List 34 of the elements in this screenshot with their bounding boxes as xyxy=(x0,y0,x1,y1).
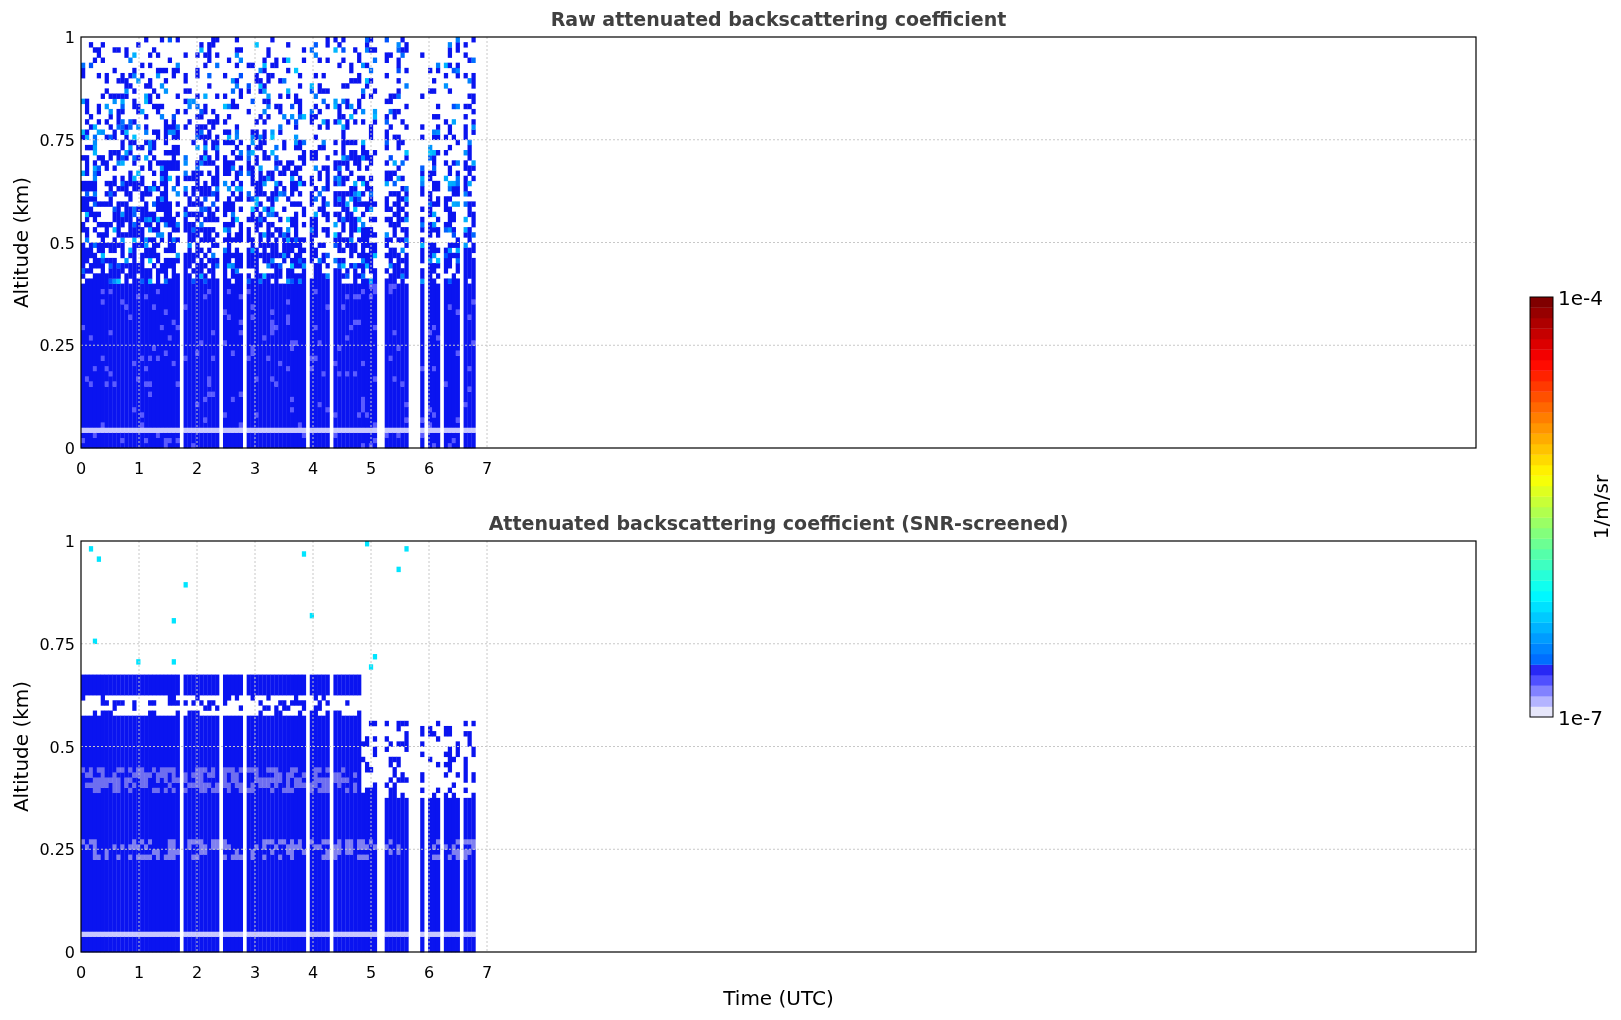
y-tick-label: 0 xyxy=(64,943,75,962)
y-axis-label: Altitude (km) xyxy=(9,176,33,309)
y-tick-label: 1 xyxy=(64,28,75,47)
x-axis-label: Time (UTC) xyxy=(723,986,834,1010)
x-tick-label: 3 xyxy=(249,963,261,982)
y-tick-label: 0.5 xyxy=(49,233,75,253)
x-tick-label: 0 xyxy=(75,459,87,478)
x-tick-label: 7 xyxy=(481,459,493,478)
x-tick-label: 0 xyxy=(75,963,87,982)
y-tick-label: 0.25 xyxy=(39,336,75,356)
y-tick-label: 0.75 xyxy=(39,130,75,150)
plot-title: Attenuated backscattering coefficient (SNR-screened) xyxy=(488,512,1069,534)
x-tick-label: 7 xyxy=(481,963,493,982)
plot-title: Raw attenuated backscattering coefficient xyxy=(550,8,1007,30)
x-tick-label: 2 xyxy=(191,459,203,478)
y-tick-label: 0.25 xyxy=(39,840,75,860)
y-tick-label: 1 xyxy=(64,532,75,551)
colorbar-label: 1/m/sr xyxy=(1589,474,1613,540)
colorbar-min-label: 1e-7 xyxy=(1558,706,1603,730)
x-tick-label: 6 xyxy=(423,963,435,982)
x-tick-label: 1 xyxy=(133,963,145,982)
y-axis-label: Altitude (km) xyxy=(9,680,33,813)
x-tick-label: 4 xyxy=(307,459,319,478)
x-tick-label: 4 xyxy=(307,963,319,982)
x-tick-label: 5 xyxy=(365,963,377,982)
y-tick-label: 0.75 xyxy=(39,634,75,654)
x-tick-label: 5 xyxy=(365,459,377,478)
x-tick-label: 1 xyxy=(133,459,145,478)
x-tick-label: 2 xyxy=(191,963,203,982)
y-tick-label: 0 xyxy=(64,439,75,458)
y-tick-label: 0.5 xyxy=(49,737,75,757)
x-tick-label: 6 xyxy=(423,459,435,478)
x-tick-label: 3 xyxy=(249,459,261,478)
colorbar-max-label: 1e-4 xyxy=(1558,286,1603,310)
